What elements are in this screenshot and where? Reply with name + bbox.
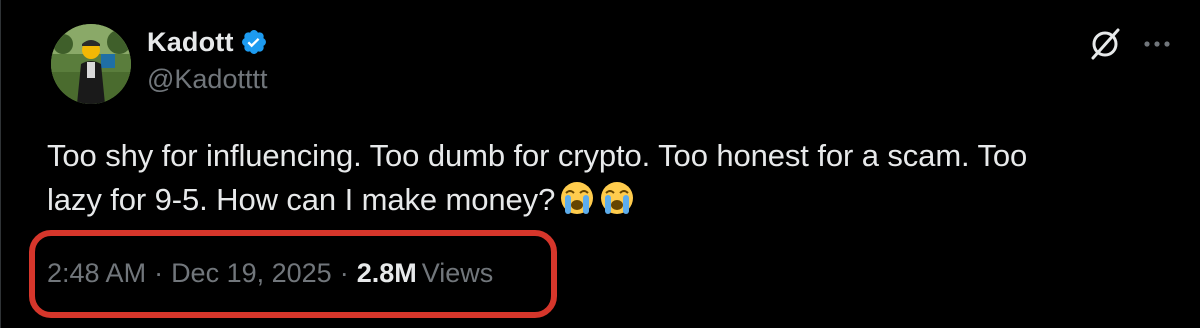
grok-icon[interactable] <box>1085 24 1125 64</box>
views-count[interactable]: 2.8M <box>357 258 417 288</box>
meta-separator: · <box>339 258 349 288</box>
tweet-meta-row: 2:48 AM · Dec 19, 2025 · 2.8M Views <box>47 258 493 289</box>
author-handle[interactable]: @Kadotttt <box>147 64 267 95</box>
author-avatar[interactable] <box>51 24 131 104</box>
tweet-text-line-2: lazy for 9-5. How can I make money? <box>47 178 1167 222</box>
more-options-icon[interactable] <box>1137 24 1177 64</box>
loudly-crying-face-icon <box>559 180 595 216</box>
meta-separator: · <box>154 258 164 288</box>
verified-badge-icon <box>240 28 268 56</box>
views-label: Views <box>421 258 494 288</box>
tweet-text-line-2-text: lazy for 9-5. How can I make money? <box>47 182 556 217</box>
tweet-text-line-1: Too shy for influencing. Too dumb for cr… <box>47 138 1028 173</box>
tweet-date[interactable]: Dec 19, 2025 <box>171 258 332 288</box>
tweet-card: Kadott @Kadotttt Too shy for influencing… <box>0 0 1200 328</box>
author-display-name[interactable]: Kadott <box>147 27 234 58</box>
author-name-row[interactable]: Kadott <box>147 24 268 60</box>
tweet-text: Too shy for influencing. Too dumb for cr… <box>47 134 1167 222</box>
tweet-time[interactable]: 2:48 AM <box>47 258 146 288</box>
loudly-crying-face-icon <box>599 180 635 216</box>
avatar-image <box>51 24 131 104</box>
